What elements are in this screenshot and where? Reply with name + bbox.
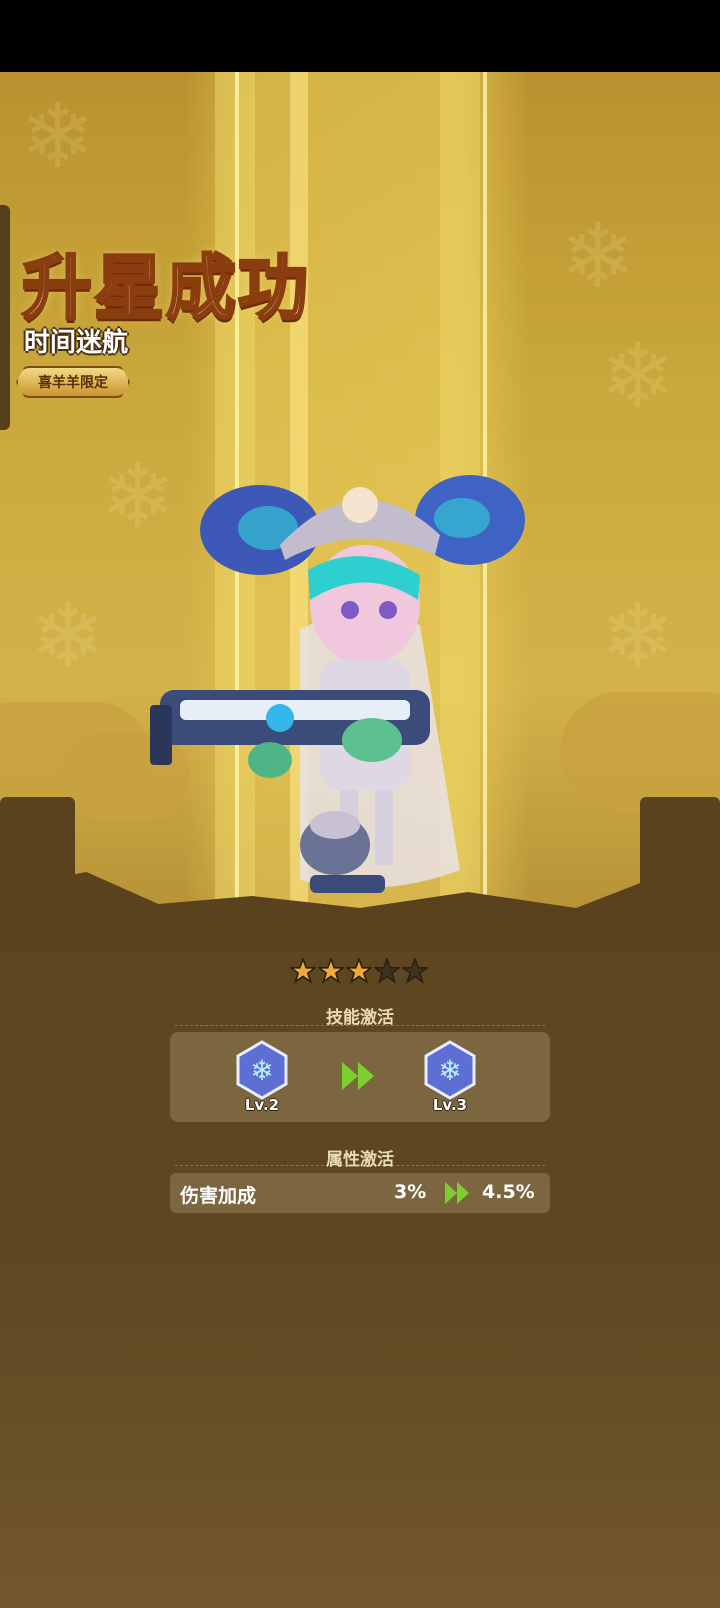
attribute-section-title: 属性激活 bbox=[326, 1150, 394, 1170]
snowflake-decoration: ❄ bbox=[30, 584, 106, 689]
upgrade-success-title: 升星成功 bbox=[21, 246, 310, 331]
double-arrow-icon bbox=[445, 1182, 469, 1204]
skill-current[interactable]: ❄ Lv.2 bbox=[232, 1040, 292, 1120]
skill-section-title: 技能激活 bbox=[326, 1008, 394, 1028]
character-name: 时间迷航 bbox=[24, 328, 129, 358]
star-rating bbox=[290, 958, 428, 984]
star-filled-icon bbox=[318, 958, 344, 984]
cloud-decoration bbox=[560, 692, 720, 812]
panel-background bbox=[0, 1230, 720, 1608]
snowflake-skill-icon: ❄ bbox=[236, 1040, 288, 1100]
limited-badge: 喜羊羊限定 bbox=[16, 366, 130, 398]
skill-next[interactable]: ❄ Lv.3 bbox=[420, 1040, 480, 1120]
attribute-new-value: 4.5% bbox=[482, 1181, 535, 1203]
attribute-row: 伤害加成 3% 4.5% bbox=[170, 1173, 550, 1213]
svg-text:❄: ❄ bbox=[438, 1054, 461, 1087]
svg-text:❄: ❄ bbox=[250, 1054, 273, 1087]
star-filled-icon bbox=[346, 958, 372, 984]
star-empty-icon bbox=[374, 958, 400, 984]
star-filled-icon bbox=[290, 958, 316, 984]
snowflake-decoration: ❄ bbox=[20, 84, 96, 189]
side-panel-handle[interactable] bbox=[0, 205, 10, 430]
star-empty-icon bbox=[402, 958, 428, 984]
skill-upgrade-panel: ❄ Lv.2 ❄ Lv.3 bbox=[170, 1032, 550, 1122]
skill-level-to: Lv.3 bbox=[432, 1096, 468, 1114]
status-bar bbox=[0, 0, 720, 72]
character-illustration bbox=[150, 475, 525, 893]
snowflake-skill-icon: ❄ bbox=[424, 1040, 476, 1100]
skill-level-from: Lv.2 bbox=[244, 1096, 280, 1114]
snowflake-decoration: ❄ bbox=[600, 324, 676, 429]
snowflake-decoration: ❄ bbox=[560, 204, 636, 309]
double-arrow-icon bbox=[342, 1062, 374, 1090]
attribute-old-value: 3% bbox=[394, 1181, 427, 1203]
snowflake-decoration: ❄ bbox=[600, 584, 676, 689]
attribute-name: 伤害加成 bbox=[180, 1185, 257, 1207]
